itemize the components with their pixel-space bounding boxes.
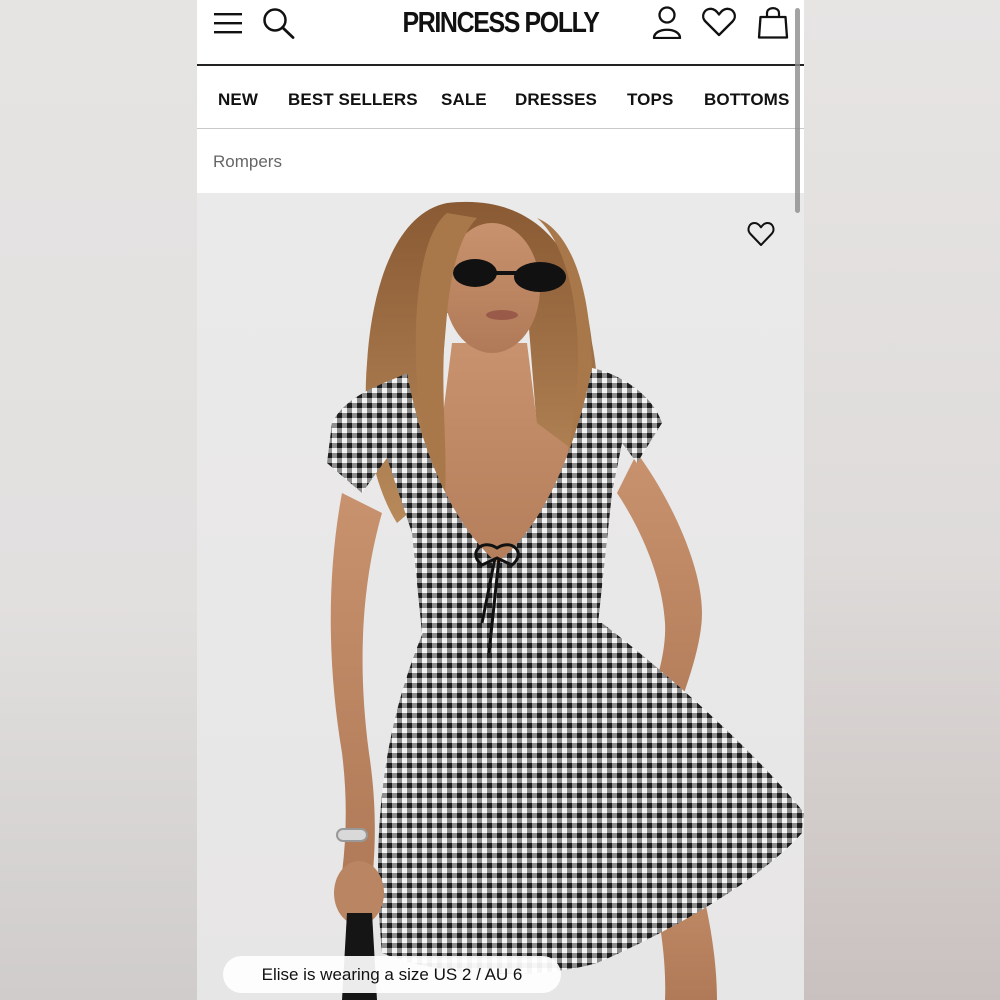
nav-item-new[interactable]: NEW — [218, 90, 258, 110]
size-info-text: Elise is wearing a size US 2 / AU 6 — [261, 964, 523, 984]
header: PRINCESS POLLY — [197, 0, 804, 66]
nav-item-tops[interactable]: TOPS — [627, 90, 673, 110]
size-info-pill: Elise is wearing a size US 2 / AU 6 — [223, 956, 561, 993]
nav-item-sale[interactable]: SALE — [441, 90, 487, 110]
heart-icon[interactable] — [700, 6, 738, 38]
bag-icon[interactable] — [756, 4, 790, 40]
background-left — [0, 0, 197, 1000]
breadcrumb[interactable]: Rompers — [213, 152, 282, 172]
wishlist-heart-icon[interactable] — [747, 221, 775, 249]
category-nav: NEW BEST SELLERS SALE DRESSES TOPS BOTTO… — [197, 66, 804, 129]
scrollbar[interactable] — [795, 8, 800, 213]
product-image[interactable]: Elise is wearing a size US 2 / AU 6 — [197, 193, 804, 1000]
model-photo — [327, 201, 804, 1000]
app-viewport: PRINCESS POLLY NEW BEST SELLERS SALE DRE… — [197, 0, 804, 1000]
nav-item-best-sellers[interactable]: BEST SELLERS — [288, 90, 418, 110]
nav-item-bottoms[interactable]: BOTTOMS — [704, 90, 789, 110]
background-right — [804, 0, 1000, 1000]
nav-item-dresses[interactable]: DRESSES — [515, 90, 597, 110]
user-icon[interactable] — [651, 4, 683, 40]
brand-logo[interactable]: PRINCESS POLLY — [239, 4, 761, 42]
